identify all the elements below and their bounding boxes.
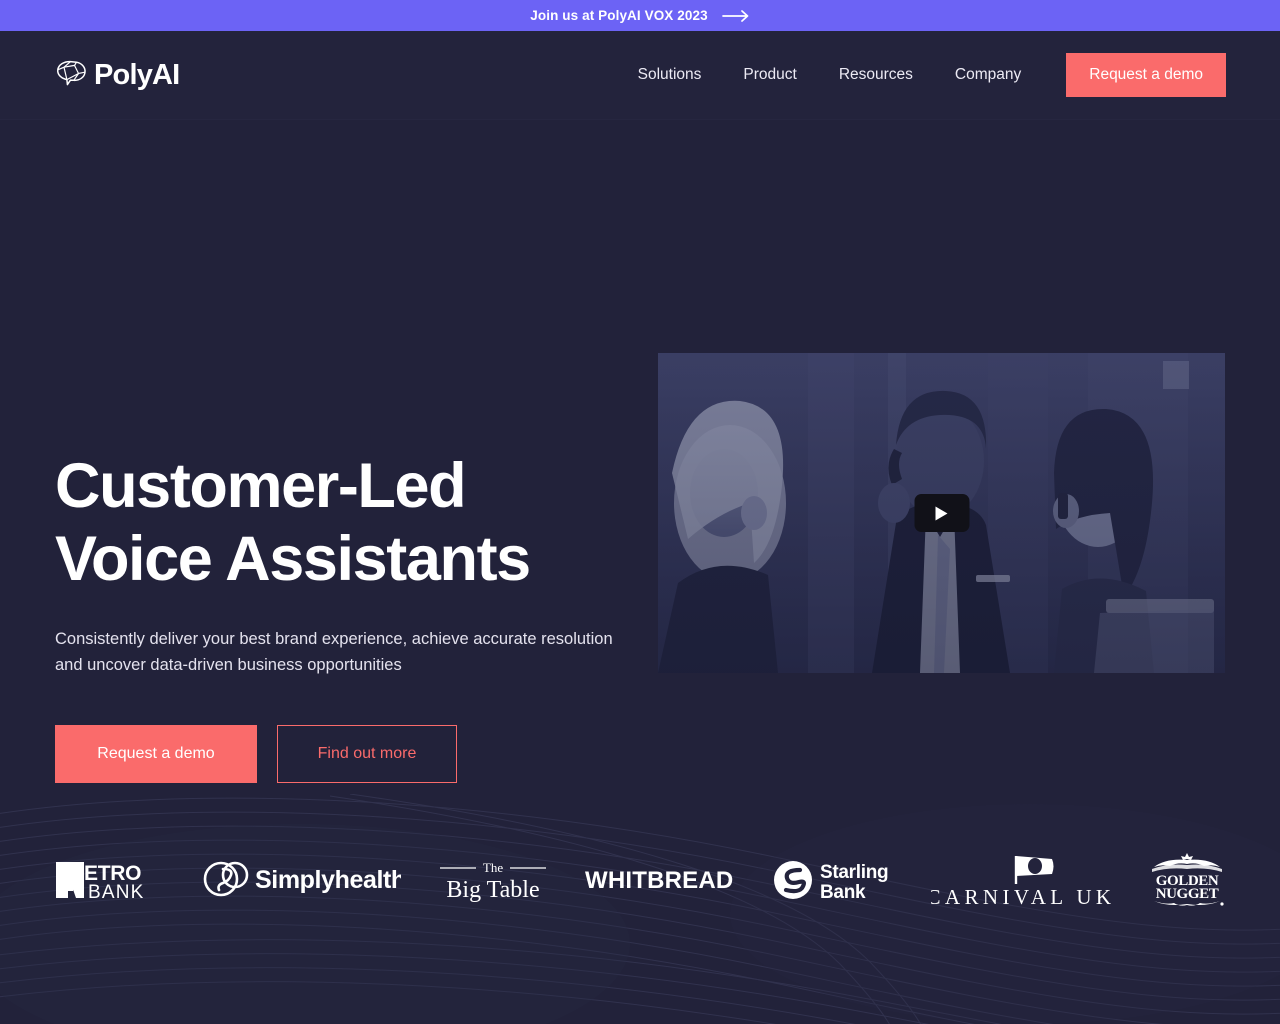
svg-text:Big Table: Big Table [446, 877, 539, 903]
svg-text:CARNIVAL UK: CARNIVAL UK [931, 885, 1111, 909]
svg-text:BANK: BANK [88, 882, 145, 902]
the-big-table-logo: The Big Table [440, 860, 546, 903]
nav-item-company[interactable]: Company [934, 66, 1042, 84]
client-logo-the-big-table[interactable]: The Big Table [438, 852, 548, 908]
hero-copy: Customer-Led Voice Assistants Consistent… [55, 345, 634, 784]
announcement-text: Join us at PolyAI VOX 2023 [530, 8, 708, 23]
client-logo-metro-bank[interactable]: ETRO BANK [54, 852, 164, 908]
carnival-uk-logo: CARNIVAL UK [931, 856, 1111, 909]
hero-button-group: Request a demo Find out more [55, 725, 634, 784]
client-logo-carnival-uk[interactable]: CARNIVAL UK [931, 852, 1111, 909]
metro-bank-logo: ETRO BANK [56, 862, 145, 902]
hero-media [658, 345, 1225, 673]
hero-section: Customer-Led Voice Assistants Consistent… [0, 120, 1280, 880]
whitbread-logo: WHITBREAD [585, 867, 733, 894]
nav-item-resources[interactable]: Resources [818, 66, 934, 84]
client-logos-row: ETRO BANK Simplyhealth The Big Table WHI… [0, 794, 1280, 1024]
svg-text:Starling: Starling [820, 862, 888, 883]
hero-title: Customer-Led Voice Assistants [55, 450, 634, 596]
hero-title-line-2: Voice Assistants [55, 524, 531, 595]
hero-find-out-more-button[interactable]: Find out more [277, 725, 457, 784]
polyai-polygon-bubble-icon [54, 60, 88, 90]
simplyhealth-logo: Simplyhealth [203, 861, 401, 897]
video-play-button[interactable] [914, 494, 969, 532]
svg-text:The: The [483, 860, 503, 875]
nav-item-solutions[interactable]: Solutions [617, 66, 723, 84]
client-logo-simplyhealth[interactable]: Simplyhealth [201, 852, 401, 908]
hero-title-line-1: Customer-Led [55, 451, 467, 521]
polyai-logo[interactable]: PolyAI [54, 58, 180, 91]
play-triangle-icon [934, 505, 950, 522]
svg-text:NUGGET: NUGGET [1156, 886, 1219, 902]
hero-subtitle: Consistently deliver your best brand exp… [55, 630, 613, 674]
client-logo-whitbread[interactable]: WHITBREAD [585, 852, 735, 908]
polyai-logo-text: PolyAI [94, 58, 180, 91]
client-logo-golden-nugget[interactable]: GOLDEN NUGGET [1148, 852, 1226, 908]
svg-text:Bank: Bank [820, 882, 866, 903]
svg-text:Simplyhealth: Simplyhealth [255, 866, 401, 894]
page-root: Join us at PolyAI VOX 2023 PolyAI Soluti… [0, 0, 1280, 1024]
nav-item-product[interactable]: Product [722, 66, 817, 84]
arrow-right-icon [721, 9, 750, 22]
site-header: PolyAI Solutions Product Resources Compa… [0, 31, 1280, 120]
hero-video-thumbnail[interactable] [658, 353, 1225, 673]
client-logos-section: ETRO BANK Simplyhealth The Big Table WHI… [0, 794, 1280, 1024]
client-logo-starling-bank[interactable]: Starling Bank [772, 852, 894, 908]
main-navigation: Solutions Product Resources Company Requ… [617, 53, 1226, 97]
starling-bank-logo: Starling Bank [774, 861, 889, 903]
header-request-demo-button[interactable]: Request a demo [1066, 53, 1226, 97]
svg-text:WHITBREAD: WHITBREAD [585, 867, 733, 894]
hero-request-demo-button[interactable]: Request a demo [55, 725, 257, 784]
golden-nugget-logo: GOLDEN NUGGET [1152, 853, 1224, 906]
announcement-banner[interactable]: Join us at PolyAI VOX 2023 [0, 0, 1280, 31]
